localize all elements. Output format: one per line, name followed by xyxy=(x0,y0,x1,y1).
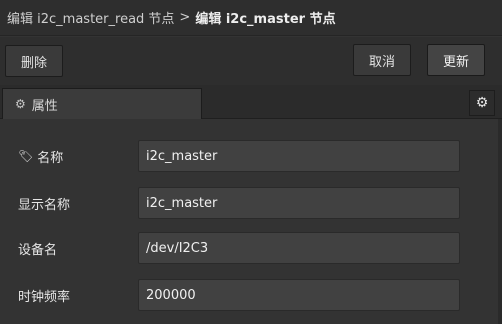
tab-bar: ⚙ 属性 ⚙ xyxy=(0,85,502,119)
gear-icon: ⚙ xyxy=(15,97,26,111)
form-row-display-name: 显示名称 xyxy=(0,187,502,227)
tab-properties[interactable]: ⚙ 属性 xyxy=(2,88,202,119)
form-row-clock-frequency: 时钟频率 xyxy=(0,279,502,319)
gear-icon: ⚙ xyxy=(475,95,489,111)
display-name-label: 显示名称 xyxy=(18,197,71,213)
breadcrumb-parent[interactable]: 编辑 i2c_master_read 节点 xyxy=(7,8,174,27)
tag-icon: 🏷︎ xyxy=(18,149,34,163)
settings-button[interactable]: ⚙ xyxy=(469,90,495,116)
tab-properties-label: 属性 xyxy=(31,98,58,114)
name-input[interactable] xyxy=(138,140,460,172)
breadcrumb-separator: > xyxy=(179,10,191,25)
device-name-label: 设备名 xyxy=(18,242,58,258)
clock-frequency-input[interactable] xyxy=(138,279,460,311)
name-label: 名称 xyxy=(37,150,64,166)
cancel-button[interactable]: 取消 xyxy=(353,44,411,76)
breadcrumb: 编辑 i2c_master_read 节点 > 编辑 i2c_master 节点 xyxy=(0,0,502,36)
name-label-wrap: 🏷︎ 名称 xyxy=(18,140,63,172)
update-button[interactable]: 更新 xyxy=(427,44,485,76)
breadcrumb-current: 编辑 i2c_master 节点 xyxy=(195,12,336,27)
form-row-device-name: 设备名 xyxy=(0,232,502,272)
form-row-name: 🏷︎ 名称 xyxy=(0,140,502,180)
clock-frequency-label: 时钟频率 xyxy=(18,289,71,305)
scrollbar-track[interactable] xyxy=(498,119,502,324)
delete-button[interactable]: 删除 xyxy=(5,45,63,77)
display-name-input[interactable] xyxy=(138,187,460,219)
device-name-input[interactable] xyxy=(138,232,460,264)
edit-toolbar: 删除 取消 更新 xyxy=(0,37,502,85)
